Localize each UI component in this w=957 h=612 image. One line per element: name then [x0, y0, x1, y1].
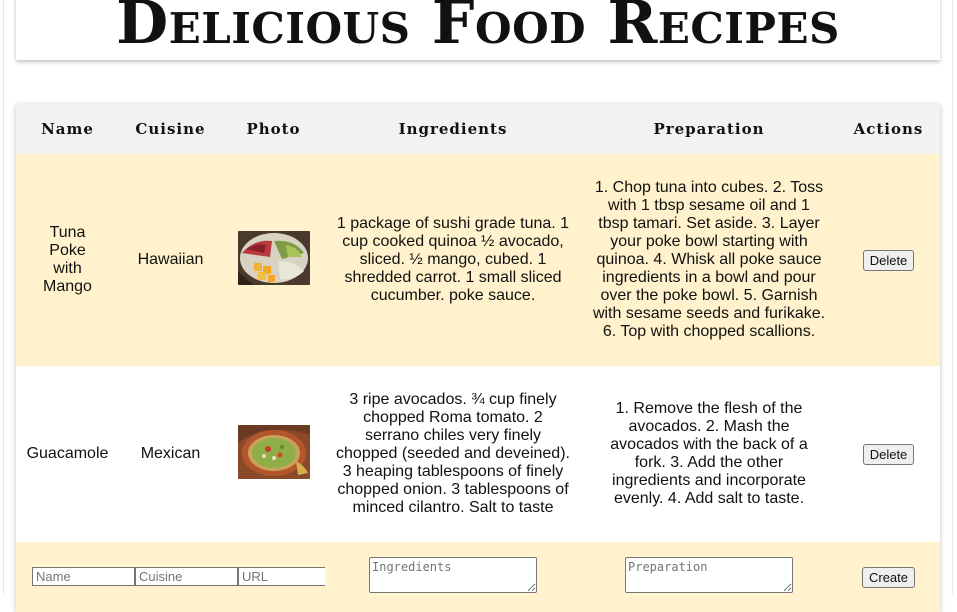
recipe-actions: Delete — [837, 154, 940, 366]
recipe-ingredients: 1 package of sushi grade tuna. 1 cup coo… — [325, 154, 581, 366]
recipes-table-container: Name Cuisine Photo Ingredients Preparati… — [16, 104, 940, 612]
new-ingredients-cell — [325, 542, 581, 612]
page-left-border — [3, 0, 4, 594]
recipe-preparation: 1. Chop tuna into cubes. 2. Toss with 1 … — [581, 154, 837, 366]
recipe-cuisine: Hawaiian — [119, 154, 222, 366]
column-header-cuisine: Cuisine — [119, 104, 222, 154]
table-row: Tuna Poke with Mango Hawaiian 1 package … — [16, 154, 940, 366]
delete-button[interactable]: Delete — [862, 443, 915, 465]
url-input[interactable] — [238, 567, 325, 586]
preparation-textarea[interactable] — [625, 556, 793, 593]
name-input[interactable] — [32, 567, 135, 586]
column-header-ingredients: Ingredients — [325, 104, 581, 154]
recipe-cuisine: Mexican — [119, 366, 222, 542]
guacamole-photo — [237, 424, 310, 479]
poke-bowl-photo — [237, 230, 310, 285]
ingredients-textarea[interactable] — [369, 556, 537, 593]
column-header-preparation: Preparation — [581, 104, 837, 154]
table-header-row: Name Cuisine Photo Ingredients Preparati… — [16, 104, 940, 154]
new-preparation-cell — [581, 542, 837, 612]
column-header-actions: Actions — [837, 104, 940, 154]
column-header-name: Name — [16, 104, 119, 154]
recipe-photo-cell — [222, 154, 325, 366]
recipe-name: Guacamole — [16, 366, 119, 542]
new-recipe-actions: Create — [837, 542, 940, 612]
create-button[interactable]: Create — [861, 566, 916, 588]
column-header-photo: Photo — [222, 104, 325, 154]
delete-button[interactable]: Delete — [862, 249, 915, 271]
cuisine-input[interactable] — [135, 567, 238, 586]
recipe-photo-cell — [222, 366, 325, 542]
new-recipe-form-row: Create — [16, 542, 940, 612]
page-title: Delicious Food Recipes — [116, 0, 840, 58]
new-recipe-inputs-cell — [16, 542, 325, 612]
page-right-border — [952, 0, 953, 594]
recipe-actions: Delete — [837, 366, 940, 542]
page-header: Delicious Food Recipes — [16, 0, 940, 60]
recipe-preparation: 1. Remove the flesh of the avocados. 2. … — [581, 366, 837, 542]
recipe-name: Tuna Poke with Mango — [16, 154, 119, 366]
recipe-ingredients: 3 ripe avocados. ¾ cup finely chopped Ro… — [325, 366, 581, 542]
recipes-table: Name Cuisine Photo Ingredients Preparati… — [16, 104, 940, 612]
table-row: Guacamole Mexican 3 ripe avocados. ¾ cup… — [16, 366, 940, 542]
